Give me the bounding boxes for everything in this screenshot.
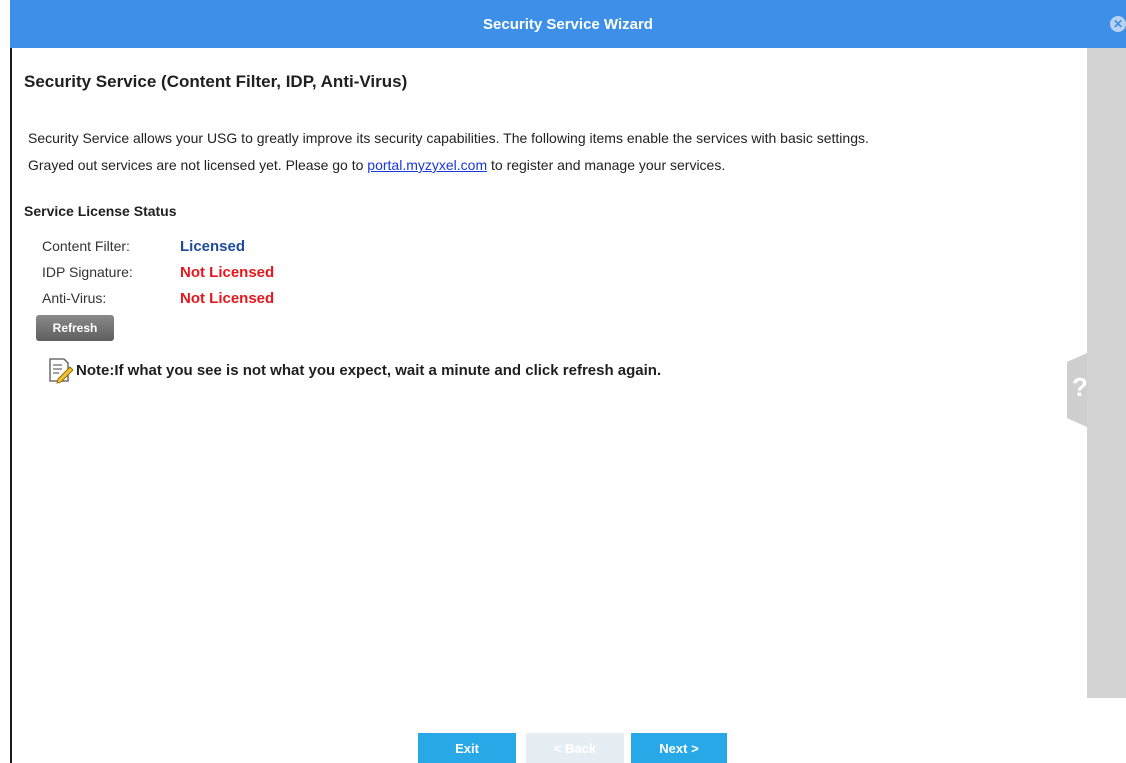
close-icon[interactable]: ✕ <box>1110 16 1126 32</box>
status-row-anti-virus: Anti-Virus: Not Licensed <box>42 285 1064 311</box>
license-status-heading: Service License Status <box>24 203 177 219</box>
page-title: Security Service (Content Filter, IDP, A… <box>24 72 408 91</box>
refresh-button[interactable]: Refresh <box>36 315 114 341</box>
status-value: Not Licensed <box>180 263 275 281</box>
status-label: Content Filter: <box>42 238 130 254</box>
note-edit-icon <box>49 358 74 384</box>
note: Note:If what you see is not what you exp… <box>46 356 1064 384</box>
status-row-idp-signature: IDP Signature: Not Licensed <box>42 259 1064 285</box>
wizard-footer: Exit < Back Next > <box>0 733 1126 763</box>
status-label: IDP Signature: <box>42 264 133 280</box>
status-label: Anti-Virus: <box>42 290 107 306</box>
license-info-suffix: to register and manage your services. <box>491 157 726 173</box>
intro-text: Security Service allows your USG to grea… <box>28 130 869 146</box>
status-value: Licensed <box>180 237 246 255</box>
window-left-border <box>10 48 12 763</box>
license-info-text: Grayed out services are not licensed yet… <box>28 157 1008 174</box>
note-text: Note:If what you see is not what you exp… <box>76 361 662 379</box>
license-info-prefix: Grayed out services are not licensed yet… <box>28 157 364 173</box>
status-row-content-filter: Content Filter: Licensed <box>42 233 1064 259</box>
help-icon[interactable]: ? <box>1072 372 1092 403</box>
status-value: Not Licensed <box>180 289 275 307</box>
wizard-content: Security Service (Content Filter, IDP, A… <box>24 64 1064 384</box>
exit-button[interactable]: Exit <box>418 733 516 763</box>
wizard-titlebar: Security Service Wizard ✕ <box>10 0 1126 48</box>
wizard-title: Security Service Wizard <box>483 15 653 33</box>
frame-corner <box>0 0 10 48</box>
portal-link[interactable]: portal.myzyxel.com <box>367 157 487 173</box>
back-button[interactable]: < Back <box>526 733 624 763</box>
next-button[interactable]: Next > <box>631 733 727 763</box>
help-side-panel <box>1087 48 1126 698</box>
